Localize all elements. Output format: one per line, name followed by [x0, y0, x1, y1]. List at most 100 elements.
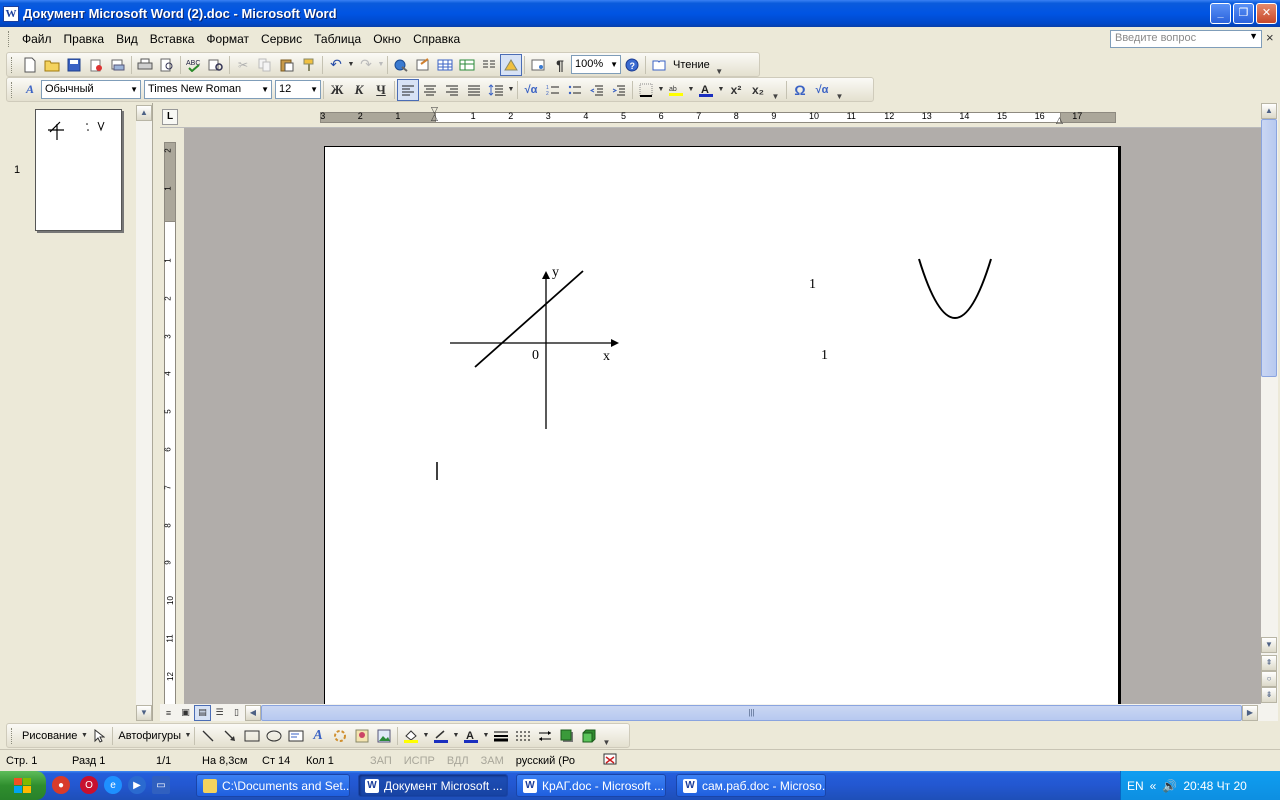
horizontal-ruler[interactable]: L 3 2 1 1 2 3 4 5 6 7 8 9 10 11 12 13 14 15 16 17 ▽ △ △: [160, 106, 1261, 128]
equation-icon[interactable]: √α: [520, 79, 542, 101]
hyperlink-icon[interactable]: [390, 54, 412, 76]
help-icon[interactable]: ?: [621, 54, 643, 76]
language-indicator[interactable]: EN: [1127, 779, 1144, 793]
align-center-icon[interactable]: [419, 79, 441, 101]
print-preview-icon[interactable]: [156, 54, 178, 76]
font-dropdown-icon[interactable]: ▼: [261, 81, 269, 98]
task-samrab[interactable]: Wсам.раб.doc - Microso...: [676, 774, 826, 797]
font-color-dropdown-icon[interactable]: ▼: [717, 79, 725, 101]
autoshapes-dropdown-icon[interactable]: ▼: [184, 725, 192, 747]
spelling-status-icon[interactable]: [596, 753, 626, 768]
redo-dropdown-icon[interactable]: ▼: [377, 54, 385, 76]
read-mode-icon[interactable]: [648, 54, 670, 76]
columns-icon[interactable]: [478, 54, 500, 76]
align-left-icon[interactable]: [397, 78, 419, 101]
highlight-icon[interactable]: ab: [665, 79, 687, 101]
status-overtype[interactable]: ЗАМ: [475, 755, 510, 767]
status-language[interactable]: русский (Ро: [510, 755, 596, 767]
line-spacing-dropdown-icon[interactable]: ▼: [507, 79, 515, 101]
toolbar-options-icon[interactable]: ▼: [715, 54, 724, 76]
line-color-icon[interactable]: [430, 725, 452, 747]
shadow-style-icon[interactable]: [556, 725, 578, 747]
new-document-icon[interactable]: [19, 54, 41, 76]
status-extend[interactable]: ВДЛ: [441, 755, 475, 767]
style-dropdown-icon[interactable]: ▼: [130, 81, 138, 98]
print-icon[interactable]: [134, 54, 156, 76]
borders-icon[interactable]: [635, 79, 657, 101]
line-color-dropdown-icon[interactable]: ▼: [452, 725, 460, 747]
task-explorer[interactable]: C:\Documents and Set...: [196, 774, 350, 797]
styles-formatting-icon[interactable]: A: [19, 79, 41, 101]
quicklaunch-browser-icon[interactable]: ●: [52, 776, 70, 794]
save-icon[interactable]: [63, 54, 85, 76]
previous-page-icon[interactable]: ⇞: [1261, 655, 1277, 671]
diagram-icon[interactable]: [329, 725, 351, 747]
line-style-icon[interactable]: [490, 725, 512, 747]
document-map-icon[interactable]: [527, 54, 549, 76]
start-button[interactable]: [0, 771, 46, 800]
document-area[interactable]: y x 0 1 1: [184, 128, 1261, 704]
task-krag[interactable]: W КрАГ.doc - Microsoft ...: [516, 774, 666, 797]
drawing-font-color-dropdown-icon[interactable]: ▼: [482, 725, 490, 747]
quicklaunch-opera-icon[interactable]: O: [80, 776, 98, 794]
line-spacing-icon[interactable]: [485, 79, 507, 101]
format-painter-icon[interactable]: [298, 54, 320, 76]
thumbnail-scrollbar[interactable]: ▲ ▼: [136, 105, 152, 721]
open-folder-icon[interactable]: [41, 54, 63, 76]
ask-question-input[interactable]: Введите вопрос ▼: [1110, 30, 1262, 48]
drawing-menu-button[interactable]: Рисование: [19, 730, 80, 742]
cut-icon[interactable]: ✂: [232, 54, 254, 76]
justify-icon[interactable]: [463, 79, 485, 101]
normal-view-icon[interactable]: ≡: [160, 705, 177, 721]
underline-button[interactable]: Ч: [370, 79, 392, 101]
align-right-icon[interactable]: [441, 79, 463, 101]
tables-borders-icon[interactable]: [412, 54, 434, 76]
style-combo[interactable]: Обычный ▼: [41, 80, 141, 99]
decrease-indent-icon[interactable]: [586, 79, 608, 101]
ask-dropdown-icon[interactable]: ▼: [1249, 31, 1258, 41]
vertical-ruler[interactable]: 2 1 1 2 3 4 5 6 7 8 9 10 11 12: [160, 128, 184, 712]
right-indent-icon[interactable]: △: [1056, 115, 1063, 126]
task-word-active[interactable]: W Документ Microsoft ...: [358, 774, 508, 797]
browse-object-icon[interactable]: ○: [1261, 671, 1277, 687]
email-icon[interactable]: [107, 54, 129, 76]
increase-indent-icon[interactable]: [608, 79, 630, 101]
document-page[interactable]: y x 0 1 1: [324, 146, 1121, 704]
status-track-changes[interactable]: ИСПР: [398, 755, 441, 767]
menu-insert[interactable]: Вставка: [144, 30, 201, 48]
font-size-combo[interactable]: 12 ▼: [275, 80, 321, 99]
reading-layout-icon[interactable]: ▯: [228, 705, 245, 721]
menu-table[interactable]: Таблица: [308, 30, 367, 48]
superscript-icon[interactable]: x²: [725, 79, 747, 101]
3d-style-icon[interactable]: [578, 725, 600, 747]
bold-button[interactable]: Ж: [326, 79, 348, 101]
copy-icon[interactable]: [254, 54, 276, 76]
clipart-icon[interactable]: [351, 725, 373, 747]
format-toolbar-options-icon[interactable]: ▼: [771, 79, 780, 101]
equation-editor-button[interactable]: √α: [811, 79, 833, 101]
quicklaunch-ie-icon[interactable]: e: [104, 776, 122, 794]
quicklaunch-desktop-icon[interactable]: ▭: [152, 776, 170, 794]
thumbnail-scroll-up-icon[interactable]: ▲: [136, 105, 152, 121]
drawing-toolbar-options-icon[interactable]: ▼: [602, 725, 611, 747]
menu-file[interactable]: Файл: [16, 30, 58, 48]
font-size-dropdown-icon[interactable]: ▼: [310, 81, 318, 98]
borders-dropdown-icon[interactable]: ▼: [657, 79, 665, 101]
symbol-omega-button[interactable]: Ω: [789, 79, 811, 101]
minimize-button[interactable]: _: [1210, 3, 1231, 24]
line-tool-icon[interactable]: [197, 725, 219, 747]
menu-format[interactable]: Формат: [200, 30, 255, 48]
bullets-icon[interactable]: [564, 79, 586, 101]
spelling-icon[interactable]: ABC: [183, 54, 205, 76]
autoshapes-menu-button[interactable]: Автофигуры: [115, 730, 184, 742]
numbering-icon[interactable]: 12: [542, 79, 564, 101]
outline-view-icon[interactable]: ☰: [211, 705, 228, 721]
scroll-right-icon[interactable]: ▶: [1242, 704, 1258, 721]
document-close-button[interactable]: ×: [1266, 30, 1274, 45]
paste-icon[interactable]: [276, 54, 298, 76]
select-objects-icon[interactable]: [88, 725, 110, 747]
drawing-toggle-icon[interactable]: [500, 53, 522, 76]
scroll-up-icon[interactable]: ▲: [1261, 103, 1277, 119]
indent-markers-icon[interactable]: ▽ △: [431, 106, 438, 122]
arrow-style-icon[interactable]: [534, 725, 556, 747]
